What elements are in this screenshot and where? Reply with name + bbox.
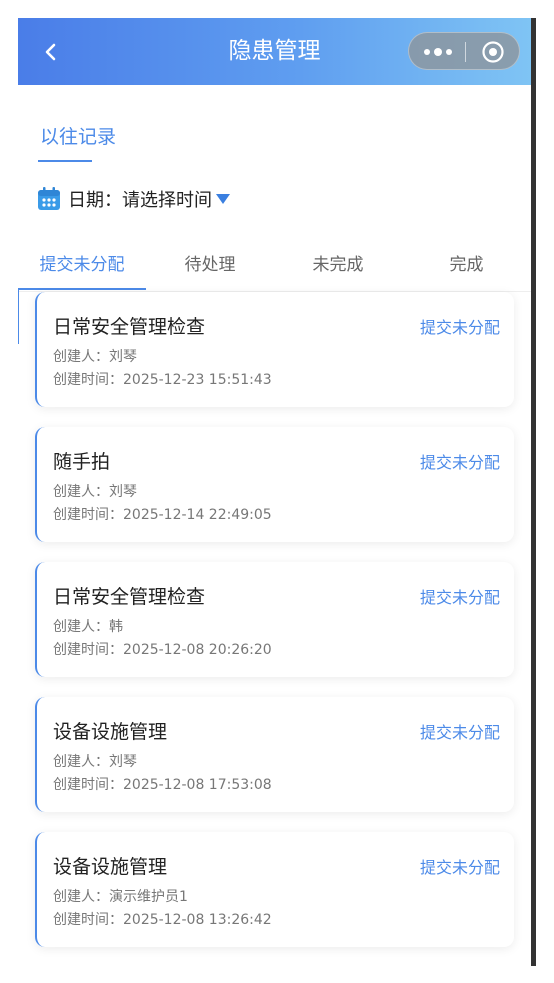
record-creator: 创建人：刘琴 (53, 754, 137, 770)
more-dots-icon[interactable] (423, 45, 453, 59)
record-creator: 创建人：韩 (53, 619, 123, 635)
record-created-time: 创建时间：2025-12-23 15:51:43 (53, 372, 272, 388)
record-creator: 创建人：演示维护员1 (53, 889, 188, 905)
list-left-border (18, 288, 19, 344)
record-title: 设备设施管理 (53, 721, 168, 743)
record-card[interactable]: 设备设施管理 提交未分配 创建人：演示维护员1 创建时间：2025-12-08 … (35, 832, 514, 947)
mini-program-capsule (408, 32, 520, 70)
calendar-icon (38, 187, 60, 210)
navbar: 隐患管理 (18, 18, 531, 85)
caret-down-icon[interactable] (215, 193, 231, 205)
date-filter[interactable]: 日期： 请选择时间 (36, 186, 231, 212)
record-status: 提交未分配 (419, 453, 500, 472)
record-status: 提交未分配 (419, 588, 500, 607)
record-created-time: 创建时间：2025-12-08 17:53:08 (53, 777, 272, 793)
tab-submitted-unassigned[interactable]: 提交未分配 (18, 252, 146, 292)
record-created-time: 创建时间：2025-12-08 13:26:42 (53, 912, 272, 928)
section-underline (38, 160, 92, 162)
tab-complete[interactable]: 完成 (402, 252, 531, 292)
record-title: 随手拍 (53, 451, 111, 473)
active-tab-indicator (18, 288, 146, 290)
record-title: 设备设施管理 (53, 856, 168, 878)
tab-pending[interactable]: 待处理 (146, 252, 274, 292)
date-label: 日期： (68, 190, 122, 211)
date-value[interactable]: 请选择时间 (122, 186, 212, 212)
record-creator: 创建人：刘琴 (53, 484, 137, 500)
record-card[interactable]: 设备设施管理 提交未分配 创建人：刘琴 创建时间：2025-12-08 17:5… (35, 697, 514, 812)
record-card[interactable]: 随手拍 提交未分配 创建人：刘琴 创建时间：2025-12-14 22:49:0… (35, 427, 514, 542)
record-title: 日常安全管理检查 (53, 586, 206, 608)
section-title: 以往记录 (40, 126, 117, 148)
record-card[interactable]: 日常安全管理检查 提交未分配 创建人：韩 创建时间：2025-12-08 20:… (35, 562, 514, 677)
record-title: 日常安全管理检查 (53, 316, 206, 338)
record-created-time: 创建时间：2025-12-14 22:49:05 (53, 507, 272, 523)
record-status: 提交未分配 (419, 858, 500, 877)
record-created-time: 创建时间：2025-12-08 20:26:20 (53, 642, 272, 658)
capsule-divider (465, 42, 466, 62)
frame-edge (531, 18, 536, 966)
tab-incomplete[interactable]: 未完成 (274, 252, 402, 292)
target-circle-icon[interactable] (481, 40, 505, 64)
record-status: 提交未分配 (419, 723, 500, 742)
record-creator: 创建人：刘琴 (53, 349, 137, 365)
app-screen: 隐患管理 以往记录 日期： 请选择时间 提交未分配 待处理 未完成 完成 日常安… (18, 18, 531, 966)
record-status: 提交未分配 (419, 318, 500, 337)
record-card[interactable]: 日常安全管理检查 提交未分配 创建人：刘琴 创建时间：2025-12-23 15… (35, 292, 514, 407)
status-tabs: 提交未分配 待处理 未完成 完成 (18, 252, 531, 292)
